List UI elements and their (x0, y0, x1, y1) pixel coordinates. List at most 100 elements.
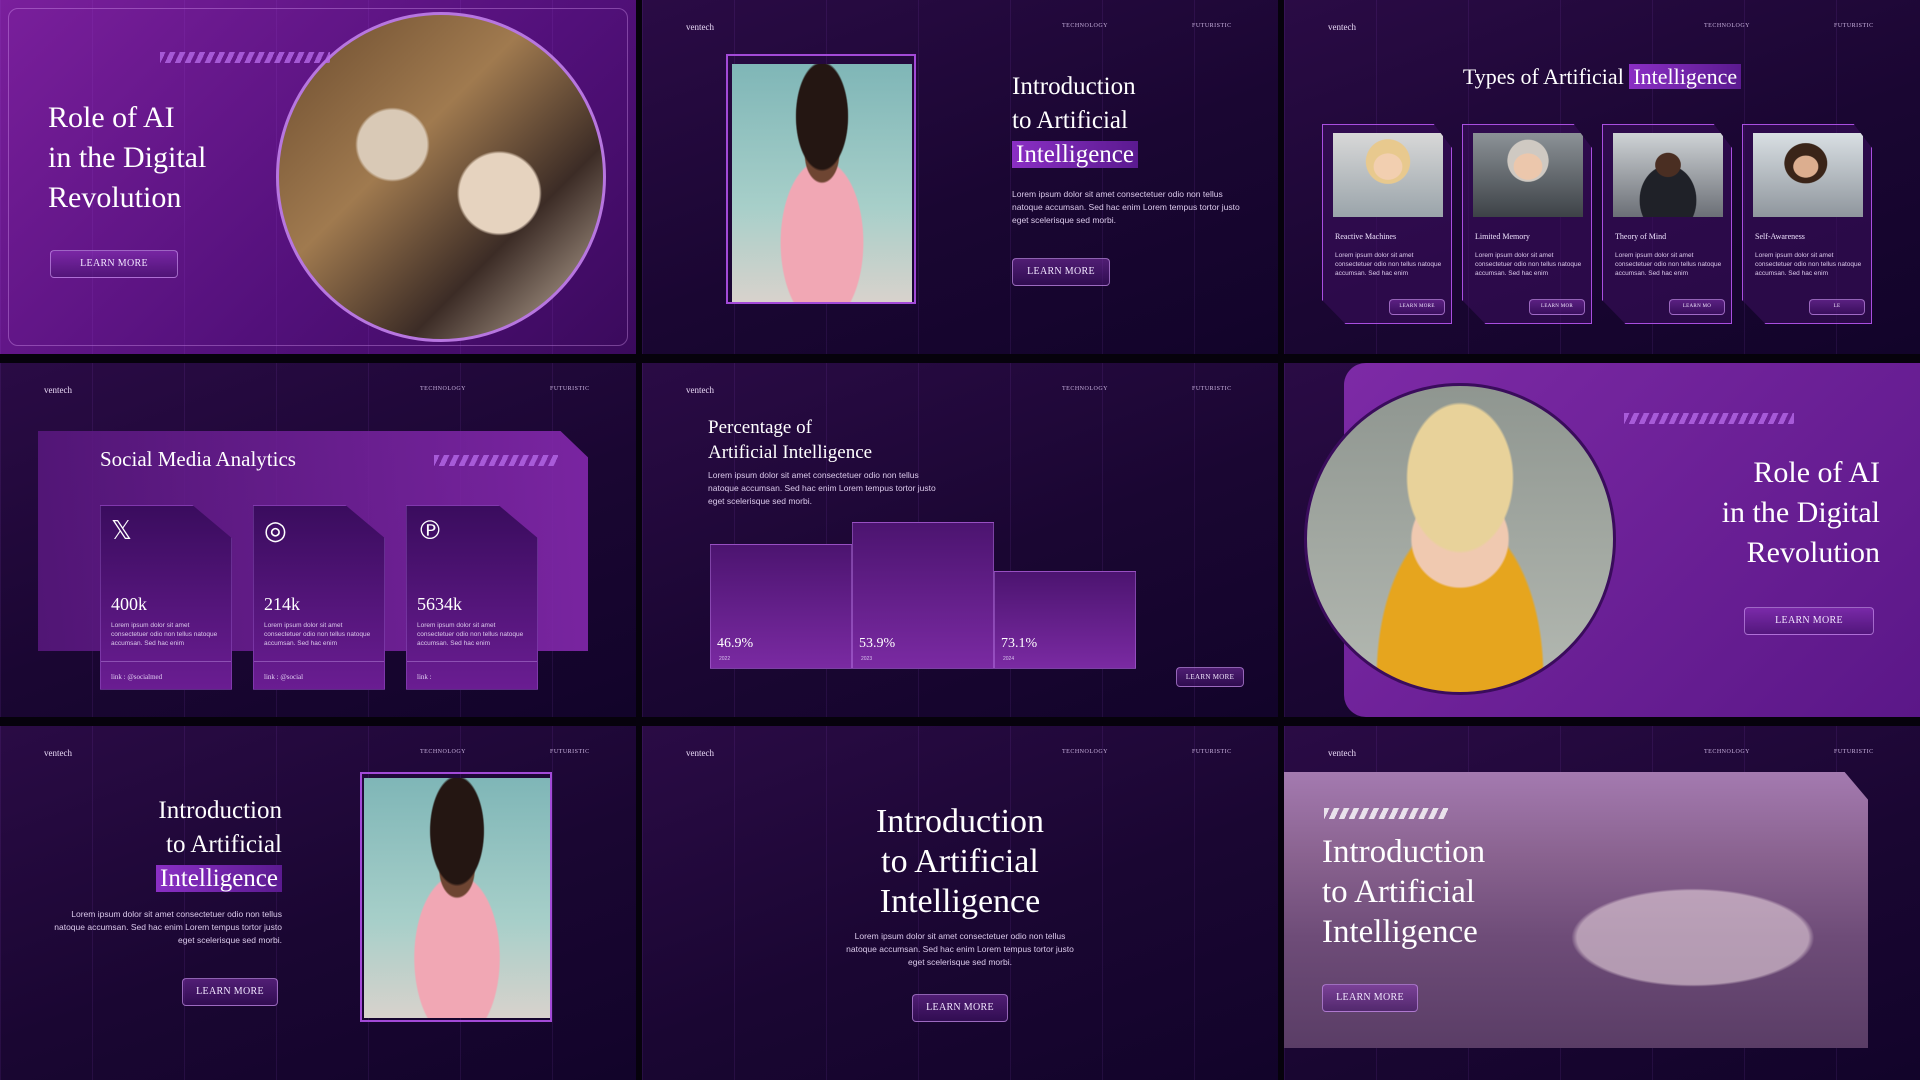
photo-portrait (1613, 133, 1723, 217)
card-link[interactable]: link : (417, 673, 432, 681)
brand-label: ventech (686, 22, 714, 32)
title-line: to Artificial (1322, 874, 1476, 910)
social-card-instagram[interactable]: ◎ 214k Lorem ipsum dolor sit amet consec… (253, 505, 385, 690)
nav-technology[interactable]: TECHNOLOGY (1062, 749, 1108, 755)
slide-title: Types of Artificial Intelligence (1284, 64, 1920, 90)
nav-technology[interactable]: TECHNOLOGY (420, 749, 466, 755)
title-line: to Artificial (166, 831, 282, 858)
title-line: Introduction (158, 797, 282, 824)
social-card-x[interactable]: 𝕏 400k Lorem ipsum dolor sit amet consec… (100, 505, 232, 690)
decor-stripes (1624, 413, 1794, 424)
slide-intro-ai-3[interactable]: ventech TECHNOLOGY FUTURISTIC Introducti… (642, 726, 1278, 1080)
learn-more-button[interactable]: LE (1809, 299, 1865, 315)
brand-label: ventech (1328, 22, 1356, 32)
slide-types-ai[interactable]: ventech TECHNOLOGY FUTURISTIC Types of A… (1284, 0, 1920, 354)
slide-title: Introduction to Artificial Intelligence (156, 794, 282, 896)
photo-portrait (1473, 133, 1583, 217)
photo-student (732, 64, 912, 302)
title-highlight: Intelligence (156, 865, 282, 892)
divider (101, 661, 231, 662)
chart-bar: 73.1% 2024 (994, 571, 1136, 669)
chart-bar: 46.9% 2022 (710, 544, 852, 669)
title-line: Introduction (1322, 834, 1486, 870)
slide-intro-ai[interactable]: ventech TECHNOLOGY FUTURISTIC Introducti… (642, 0, 1278, 354)
divider (407, 661, 537, 662)
title-line: Intelligence (879, 883, 1041, 920)
type-card-reactive[interactable]: Reactive Machines Lorem ipsum dolor sit … (1322, 124, 1452, 324)
bar-value-label: 53.9% (859, 636, 896, 651)
x-logo-icon: 𝕏 (111, 516, 132, 546)
card-text: Lorem ipsum dolor sit amet consectetuer … (1475, 252, 1582, 277)
title-highlight: Intelligence (1012, 141, 1138, 168)
learn-more-button[interactable]: LEARN MORE (1322, 984, 1418, 1012)
nav-technology[interactable]: TECHNOLOGY (1062, 386, 1108, 392)
type-card-theory-of-mind[interactable]: Theory of Mind Lorem ipsum dolor sit ame… (1602, 124, 1732, 324)
bar-value-label: 46.9% (717, 636, 754, 651)
card-text: Lorem ipsum dolor sit amet consectetuer … (264, 622, 371, 647)
divider (254, 661, 384, 662)
title-text: Types of Artificial (1462, 64, 1630, 89)
body-text: Lorem ipsum dolor sit amet consectetuer … (846, 931, 1074, 967)
learn-more-button[interactable]: LEARN MORE (1744, 607, 1874, 635)
stat-value: 400k (111, 594, 147, 614)
nav-futuristic[interactable]: FUTURISTIC (1192, 386, 1232, 392)
card-title: Theory of Mind (1615, 232, 1667, 241)
stat-value: 214k (264, 594, 300, 614)
chart-bar: 53.9% 2023 (852, 522, 994, 669)
card-text: Lorem ipsum dolor sit amet consectetuer … (417, 622, 524, 647)
type-card-limited-memory[interactable]: Limited Memory Lorem ipsum dolor sit ame… (1462, 124, 1592, 324)
pinterest-icon: ℗ (417, 516, 443, 546)
learn-more-button[interactable]: LEARN MORE (1176, 667, 1244, 687)
title-line: Role of AI (48, 101, 175, 134)
slide-title: Role of AI in the Digital Revolution (48, 98, 206, 218)
slide-role-of-ai-2[interactable]: Role of AI in the Digital Revolution LEA… (1284, 363, 1920, 717)
learn-more-button[interactable]: LEARN MO (1669, 299, 1725, 315)
slide-intro-ai-2[interactable]: ventech TECHNOLOGY FUTURISTIC Introducti… (0, 726, 636, 1080)
photo-portrait (1333, 133, 1443, 217)
slide-percentage-ai[interactable]: ventech TECHNOLOGY FUTURISTIC Percentage… (642, 363, 1278, 717)
nav-technology[interactable]: TECHNOLOGY (1704, 749, 1750, 755)
nav-futuristic[interactable]: FUTURISTIC (1192, 749, 1232, 755)
slide-title: Introduction to Artificial Intelligence (642, 802, 1278, 922)
type-card-self-awareness[interactable]: Self-Awareness Lorem ipsum dolor sit ame… (1742, 124, 1872, 324)
nav-futuristic[interactable]: FUTURISTIC (1192, 23, 1232, 29)
brand-label: ventech (1328, 748, 1356, 758)
title-highlight: Intelligence (1629, 64, 1742, 89)
slide-title: Social Media Analytics (100, 447, 296, 471)
nav-futuristic[interactable]: FUTURISTIC (550, 386, 590, 392)
slide-grid: Role of AI in the Digital Revolution LEA… (0, 0, 1920, 1080)
learn-more-button[interactable]: LEARN MORE (1389, 299, 1445, 315)
learn-more-button[interactable]: LEARN MORE (912, 994, 1008, 1022)
nav-futuristic[interactable]: FUTURISTIC (550, 749, 590, 755)
card-text: Lorem ipsum dolor sit amet consectetuer … (1755, 252, 1862, 277)
title-line: Introduction (1012, 73, 1136, 100)
decor-stripes (1324, 808, 1448, 819)
nav-futuristic[interactable]: FUTURISTIC (1834, 23, 1874, 29)
nav-technology[interactable]: TECHNOLOGY (1062, 23, 1108, 29)
nav-futuristic[interactable]: FUTURISTIC (1834, 749, 1874, 755)
photo-woman-glasses (1304, 383, 1616, 695)
card-link[interactable]: link : @socialmed (111, 673, 162, 681)
card-link[interactable]: link : @social (264, 673, 303, 681)
title-line: in the Digital (48, 141, 207, 174)
instagram-icon: ◎ (264, 516, 287, 546)
title-line: Percentage of (708, 417, 812, 438)
social-card-pinterest[interactable]: ℗ 5634k Lorem ipsum dolor sit amet conse… (406, 505, 538, 690)
slide-title: Introduction to Artificial Intelligence (1012, 70, 1138, 172)
decor-stripes (160, 52, 330, 63)
body-text: Lorem ipsum dolor sit amet consectetuer … (54, 909, 282, 945)
learn-more-button[interactable]: LEARN MORE (1012, 258, 1110, 286)
slide-title: Percentage of Artificial Intelligence (708, 415, 872, 465)
learn-more-button[interactable]: LEARN MOR (1529, 299, 1585, 315)
learn-more-button[interactable]: LEARN MORE (182, 978, 278, 1006)
nav-technology[interactable]: TECHNOLOGY (420, 386, 466, 392)
slide-intro-ai-4[interactable]: ventech TECHNOLOGY FUTURISTIC Introducti… (1284, 726, 1920, 1080)
photo-portrait (1753, 133, 1863, 217)
card-title: Self-Awareness (1755, 232, 1805, 241)
nav-technology[interactable]: TECHNOLOGY (1704, 23, 1750, 29)
bar-year-label: 2024 (1003, 656, 1015, 662)
body-text: Lorem ipsum dolor sit amet consectetuer … (1012, 189, 1240, 225)
title-line: Revolution (1746, 536, 1880, 569)
learn-more-button[interactable]: LEARN MORE (50, 250, 178, 278)
slide-role-of-ai[interactable]: Role of AI in the Digital Revolution LEA… (0, 0, 636, 354)
